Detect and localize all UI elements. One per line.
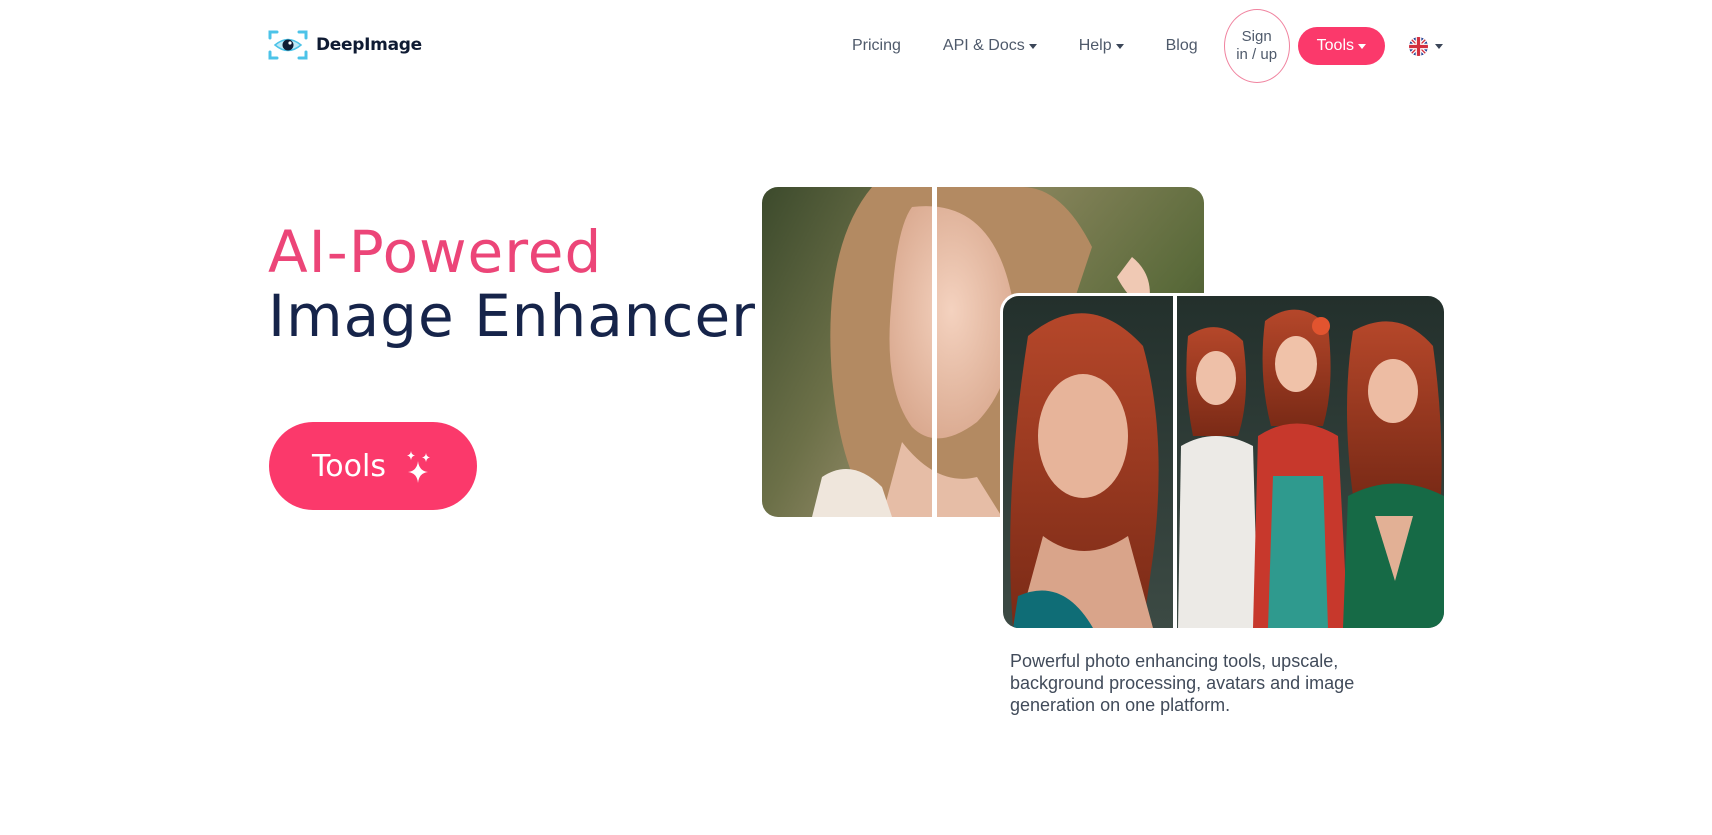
- nav-tools-label: Tools: [1316, 37, 1355, 54]
- avatar-variations-image: [1003, 296, 1444, 628]
- hero-title: AI-Powered Image Enhancer: [268, 220, 756, 348]
- caret-down-icon: [1028, 43, 1037, 49]
- nav-help-dropdown[interactable]: Help: [1079, 37, 1124, 55]
- main-nav: Pricing API & Docs Help Blog Sign in / u…: [852, 8, 1444, 84]
- site-header: DeepImage Pricing API & Docs Help Blog S…: [0, 0, 1712, 92]
- sparkles-icon: [406, 451, 430, 483]
- hero-description: Powerful photo enhancing tools, upscale,…: [1010, 651, 1355, 715]
- nav-api-docs-dropdown[interactable]: API & Docs: [943, 37, 1037, 55]
- brand-name: DeepImage: [316, 35, 422, 55]
- uk-flag-icon: [1409, 36, 1429, 56]
- nav-pricing-link[interactable]: Pricing: [852, 37, 901, 55]
- caret-down-icon: [1115, 43, 1124, 49]
- nav-pricing-label: Pricing: [852, 37, 901, 54]
- hero-title-accent: AI-Powered: [268, 218, 603, 286]
- nav-help-label: Help: [1078, 37, 1112, 54]
- hero-tools-button[interactable]: Tools: [269, 422, 477, 510]
- brand-logo[interactable]: DeepImage: [268, 30, 422, 60]
- nav-tools-dropdown[interactable]: Tools: [1297, 27, 1386, 65]
- language-selector[interactable]: [1409, 36, 1444, 56]
- sign-in-button[interactable]: Sign in / up: [1223, 9, 1290, 83]
- eye-logo-icon: [268, 30, 308, 60]
- hero-tools-label: Tools: [312, 448, 386, 484]
- caret-down-icon: [1435, 43, 1444, 49]
- nav-api-docs-label: API & Docs: [942, 37, 1025, 54]
- caret-down-icon: [1358, 43, 1367, 49]
- nav-blog-link[interactable]: Blog: [1166, 37, 1198, 55]
- nav-blog-label: Blog: [1165, 37, 1198, 54]
- hero-title-main: Image Enhancer: [268, 282, 756, 350]
